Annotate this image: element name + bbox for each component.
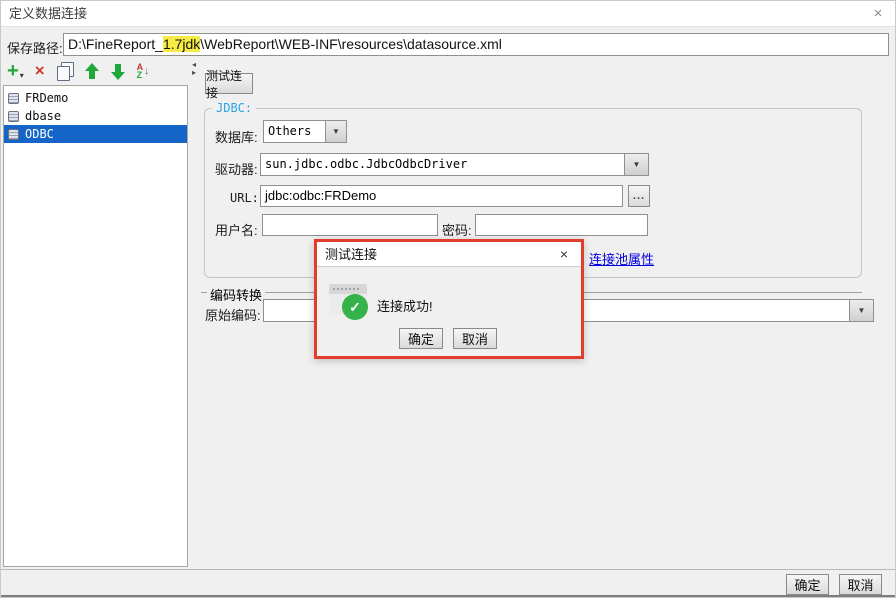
success-check-icon: ✓: [342, 294, 368, 320]
original-encoding-label: 原始编码:: [205, 308, 261, 323]
sort-arrow-icon: ↓: [144, 65, 150, 77]
copy-connection-button[interactable]: [56, 59, 74, 83]
save-path-prefix: D:\FineReport_: [68, 36, 163, 52]
move-down-button[interactable]: [110, 59, 126, 83]
save-path-label: 保存路径:: [7, 41, 63, 56]
connection-toolbar: + ▾ × AZ ↓: [7, 58, 149, 84]
list-item-label: dbase: [25, 109, 62, 123]
plus-icon: +: [7, 60, 19, 82]
list-item[interactable]: dbase: [4, 107, 187, 125]
database-dropdown-icon[interactable]: ▼: [326, 120, 347, 143]
encoding-dropdown-icon[interactable]: ▼: [850, 299, 874, 322]
dialog-message: 连接成功!: [377, 299, 433, 314]
connection-pool-link[interactable]: 连接池属性: [589, 249, 654, 268]
move-up-button[interactable]: [84, 59, 100, 83]
list-item-label: FRDemo: [25, 91, 69, 105]
copy-icon: [56, 62, 74, 81]
dialog-close-icon[interactable]: ×: [555, 242, 573, 267]
database-value[interactable]: Others: [263, 120, 326, 143]
bottom-edge: [1, 595, 895, 597]
test-connection-dialog: 测试连接 × ✓ 连接成功! 确定 取消: [314, 239, 584, 359]
save-path-highlight: 1.7jdk: [162, 36, 201, 52]
dialog-cancel-button[interactable]: 取消: [453, 328, 497, 349]
url-label: URL:: [230, 191, 259, 205]
list-item[interactable]: FRDemo: [4, 89, 187, 107]
delete-icon: ×: [34, 61, 45, 80]
define-data-connection-window: 定义数据连接 × 保存路径: D:\FineReport_1.7jdk\WebR…: [0, 0, 896, 598]
window-title: 定义数据连接: [9, 6, 88, 21]
save-path-input[interactable]: D:\FineReport_1.7jdk\WebReport\WEB-INF\r…: [63, 33, 889, 56]
list-item[interactable]: ODBC: [4, 125, 187, 143]
dialog-ok-button[interactable]: 确定: [399, 328, 443, 349]
driver-value[interactable]: sun.jdbc.odbc.JdbcOdbcDriver: [260, 153, 625, 176]
test-connection-button[interactable]: 测试连接: [205, 69, 253, 100]
add-connection-button[interactable]: + ▾: [7, 59, 24, 83]
splitter-collapse-right-icon[interactable]: ▸: [192, 69, 196, 77]
cancel-button[interactable]: 取消: [839, 574, 882, 595]
url-input[interactable]: jdbc:odbc:FRDemo: [260, 185, 623, 207]
panel-splitter[interactable]: ◂ ▸: [190, 61, 198, 77]
database-icon: [8, 92, 19, 104]
arrow-down-icon: [110, 63, 126, 80]
save-path-suffix: \WebReport\WEB-INF\resources\datasource.…: [200, 36, 502, 52]
jdbc-group-title: JDBC:: [212, 101, 257, 115]
titlebar: 定义数据连接 ×: [1, 1, 895, 27]
password-input[interactable]: [475, 214, 648, 236]
url-browse-button[interactable]: ...: [628, 185, 650, 207]
driver-combo[interactable]: sun.jdbc.odbc.JdbcOdbcDriver ▼: [260, 153, 649, 176]
list-item-label: ODBC: [25, 127, 54, 141]
password-label: 密码:: [442, 223, 472, 238]
footer-divider: [1, 569, 895, 570]
driver-dropdown-icon[interactable]: ▼: [625, 153, 649, 176]
database-icon: [8, 110, 19, 122]
driver-label: 驱动器:: [215, 162, 258, 177]
dropdown-caret-icon: ▾: [19, 70, 24, 80]
delete-connection-button[interactable]: ×: [35, 59, 45, 83]
database-icon: [8, 128, 19, 140]
dialog-title: 测试连接: [325, 247, 378, 262]
sort-button[interactable]: AZ ↓: [137, 59, 150, 83]
connection-list: FRDemo dbase ODBC: [3, 85, 188, 567]
dialog-titlebar: 测试连接 ×: [317, 242, 581, 267]
database-label: 数据库:: [215, 130, 258, 145]
username-label: 用户名:: [215, 223, 258, 238]
close-icon[interactable]: ×: [867, 1, 889, 27]
ok-button[interactable]: 确定: [786, 574, 829, 595]
username-input[interactable]: [262, 214, 438, 236]
encoding-group-title: 编码转换: [207, 285, 266, 304]
database-combo[interactable]: Others ▼: [263, 120, 347, 143]
arrow-up-icon: [84, 62, 100, 80]
sort-az-icon: AZ: [136, 62, 144, 80]
